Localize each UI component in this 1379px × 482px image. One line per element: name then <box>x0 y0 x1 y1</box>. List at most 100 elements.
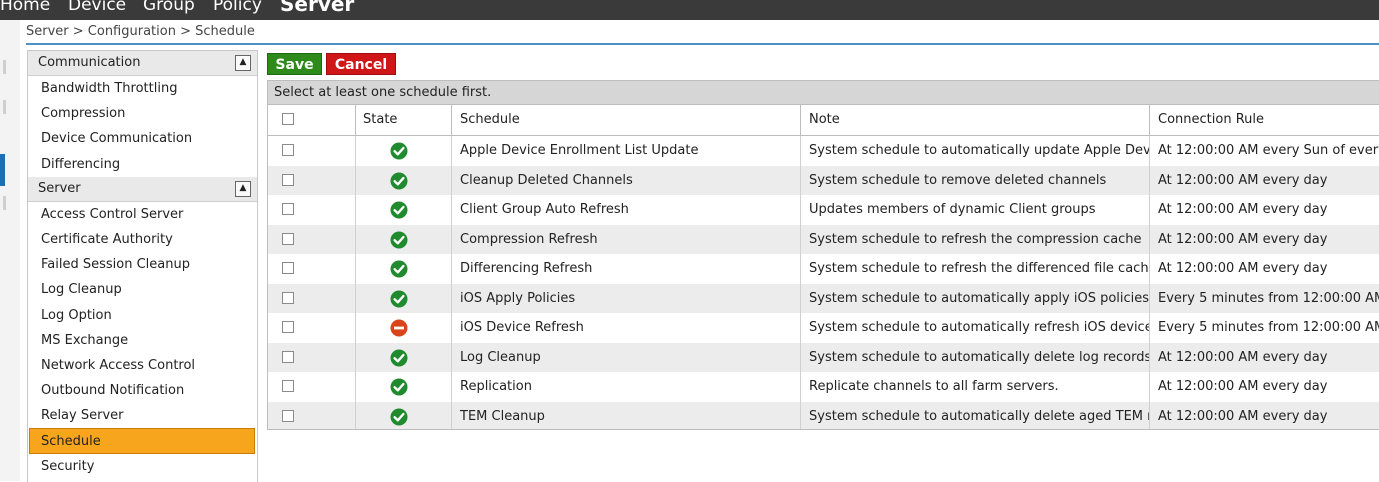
state-cell <box>355 254 452 284</box>
row-select-cell <box>268 372 356 402</box>
table-row[interactable]: Cleanup Deleted Channels System schedule … <box>268 165 1379 195</box>
schedule-name: Replication <box>452 372 801 402</box>
connection-rule: At 12:00:00 AM every day <box>1158 379 1328 394</box>
row-checkbox[interactable] <box>282 173 294 186</box>
grid-header-row: State Schedule Note Connection Rule <box>268 105 1379 136</box>
rail-divider <box>3 60 6 74</box>
row-checkbox[interactable] <box>282 262 294 274</box>
state-cell <box>355 283 452 313</box>
table-row[interactable]: Differencing Refresh System schedule to r… <box>268 254 1379 284</box>
sidebar-item-security[interactable]: Security <box>28 454 257 479</box>
sidebar-item-log-option[interactable]: Log Option <box>28 303 257 328</box>
sidebar-item-device-communication[interactable]: Device Communication <box>28 126 257 151</box>
schedule-note: System schedule to automatically refresh… <box>801 313 1150 343</box>
cancel-button[interactable]: Cancel <box>326 53 396 75</box>
connection-rule: Every 5 minutes from 12:00:00 AM <box>1158 290 1379 306</box>
collapse-icon[interactable]: ▲ <box>235 55 251 71</box>
row-select-cell <box>268 342 356 372</box>
row-checkbox[interactable] <box>282 144 294 156</box>
row-checkbox[interactable] <box>282 232 294 245</box>
table-row[interactable]: Log Cleanup System schedule to automatica… <box>268 342 1379 372</box>
table-row[interactable]: Client Group Auto Refresh Updates members… <box>268 195 1379 225</box>
enabled-check-icon <box>390 408 408 425</box>
nav-server[interactable]: Server <box>280 0 354 16</box>
sidebar-item-failed-session-cleanup[interactable]: Failed Session Cleanup <box>28 252 257 277</box>
state-cell <box>355 401 452 429</box>
sidebar-section-header[interactable]: Server ▲ <box>28 176 257 202</box>
row-checkbox[interactable] <box>282 380 294 392</box>
row-checkbox[interactable] <box>282 203 294 215</box>
schedule-name: Differencing Refresh <box>452 254 801 284</box>
state-cell <box>355 165 452 195</box>
nav-home[interactable]: Home <box>0 0 50 15</box>
row-select-cell <box>268 224 356 254</box>
table-row[interactable]: Replication Replicate channels to all far… <box>268 372 1379 402</box>
schedule-note: System schedule to automatically apply i… <box>801 283 1150 313</box>
save-button[interactable]: Save <box>267 53 322 75</box>
header-select-cell <box>268 105 356 135</box>
row-checkbox[interactable] <box>282 321 294 333</box>
sidebar-item-schedule[interactable]: Schedule <box>29 428 255 454</box>
table-row[interactable]: iOS Apply Policies System schedule to aut… <box>268 283 1379 313</box>
grid-message: Select at least one schedule first. <box>268 81 1379 105</box>
connection-rule: At 12:00:00 AM every day <box>1158 349 1328 365</box>
state-cell <box>355 342 452 372</box>
row-checkbox[interactable] <box>282 291 294 304</box>
schedule-name: Client Group Auto Refresh <box>452 195 801 225</box>
connection-rule: At 12:00:00 AM every day <box>1158 172 1328 188</box>
sidebar-item-access-control-server[interactable]: Access Control Server <box>28 202 257 227</box>
schedule-grid: Select at least one schedule first. Stat… <box>267 80 1379 430</box>
sidebar-item-log-cleanup[interactable]: Log Cleanup <box>28 277 257 302</box>
sidebar-item-relay-server[interactable]: Relay Server <box>28 403 257 428</box>
sidebar-item-network-access-control[interactable]: Network Access Control <box>28 353 257 378</box>
enabled-check-icon <box>390 201 408 219</box>
column-header-schedule[interactable]: Schedule <box>452 105 801 135</box>
row-checkbox[interactable] <box>282 409 294 422</box>
select-all-checkbox[interactable] <box>282 113 294 125</box>
sidebar-section-title: Communication <box>38 55 141 70</box>
column-header-state[interactable]: State <box>355 105 452 135</box>
table-row[interactable]: TEM Cleanup System schedule to automatica… <box>268 401 1379 429</box>
row-select-cell <box>268 401 356 429</box>
table-row[interactable]: Compression Refresh System schedule to re… <box>268 224 1379 254</box>
sidebar-item-ms-exchange[interactable]: MS Exchange <box>28 328 257 353</box>
row-select-cell <box>268 283 356 313</box>
sidebar-item-differencing[interactable]: Differencing <box>28 152 257 177</box>
sidebar-section-header[interactable]: Communication ▲ <box>28 51 257 76</box>
schedule-note: Updates members of dynamic Client groups <box>801 195 1150 225</box>
top-navigation: Home Device Group Policy Server <box>0 0 1379 20</box>
schedule-name: iOS Device Refresh <box>452 313 801 343</box>
table-row[interactable]: Apple Device Enrollment List Update Syste… <box>268 136 1379 166</box>
schedule-name: Compression Refresh <box>452 224 801 254</box>
schedule-name: iOS Apply Policies <box>452 283 801 313</box>
breadcrumb: Server > Configuration > Schedule <box>26 22 1379 45</box>
state-cell <box>355 195 452 225</box>
row-select-cell <box>268 136 356 166</box>
connection-rule: At 12:00:00 AM every day <box>1158 408 1328 424</box>
column-header-connection-rule[interactable]: Connection Rule <box>1150 105 1379 135</box>
disabled-stop-icon <box>390 319 408 337</box>
schedule-note: System schedule to remove deleted channe… <box>801 165 1150 195</box>
sidebar-item-outbound-notification[interactable]: Outbound Notification <box>28 378 257 403</box>
sidebar-item-compression[interactable]: Compression <box>28 101 257 126</box>
row-checkbox[interactable] <box>282 350 294 363</box>
nav-group[interactable]: Group <box>143 0 195 15</box>
enabled-check-icon <box>390 260 408 278</box>
rail-active-marker[interactable] <box>0 154 5 186</box>
schedule-name: Apple Device Enrollment List Update <box>452 136 801 166</box>
rail-divider <box>3 196 6 210</box>
connection-rule: At 12:00:00 AM every day <box>1158 202 1328 217</box>
table-row[interactable]: iOS Device Refresh System schedule to aut… <box>268 313 1379 343</box>
nav-policy[interactable]: Policy <box>213 0 262 15</box>
connection-rule: At 12:00:00 AM every day <box>1158 261 1328 276</box>
sidebar: Communication ▲ Bandwidth Throttling Compre… <box>27 50 258 482</box>
enabled-check-icon <box>390 142 408 160</box>
sidebar-item-bandwidth-throttling[interactable]: Bandwidth Throttling <box>28 76 257 101</box>
collapse-icon[interactable]: ▲ <box>235 180 251 197</box>
schedule-name: Log Cleanup <box>452 342 801 372</box>
sidebar-item-certificate-authority[interactable]: Certificate Authority <box>28 227 257 252</box>
column-header-note[interactable]: Note <box>801 105 1150 135</box>
schedule-note: System schedule to automatically delete … <box>801 401 1150 429</box>
nav-device[interactable]: Device <box>68 0 126 15</box>
row-select-cell <box>268 254 356 284</box>
